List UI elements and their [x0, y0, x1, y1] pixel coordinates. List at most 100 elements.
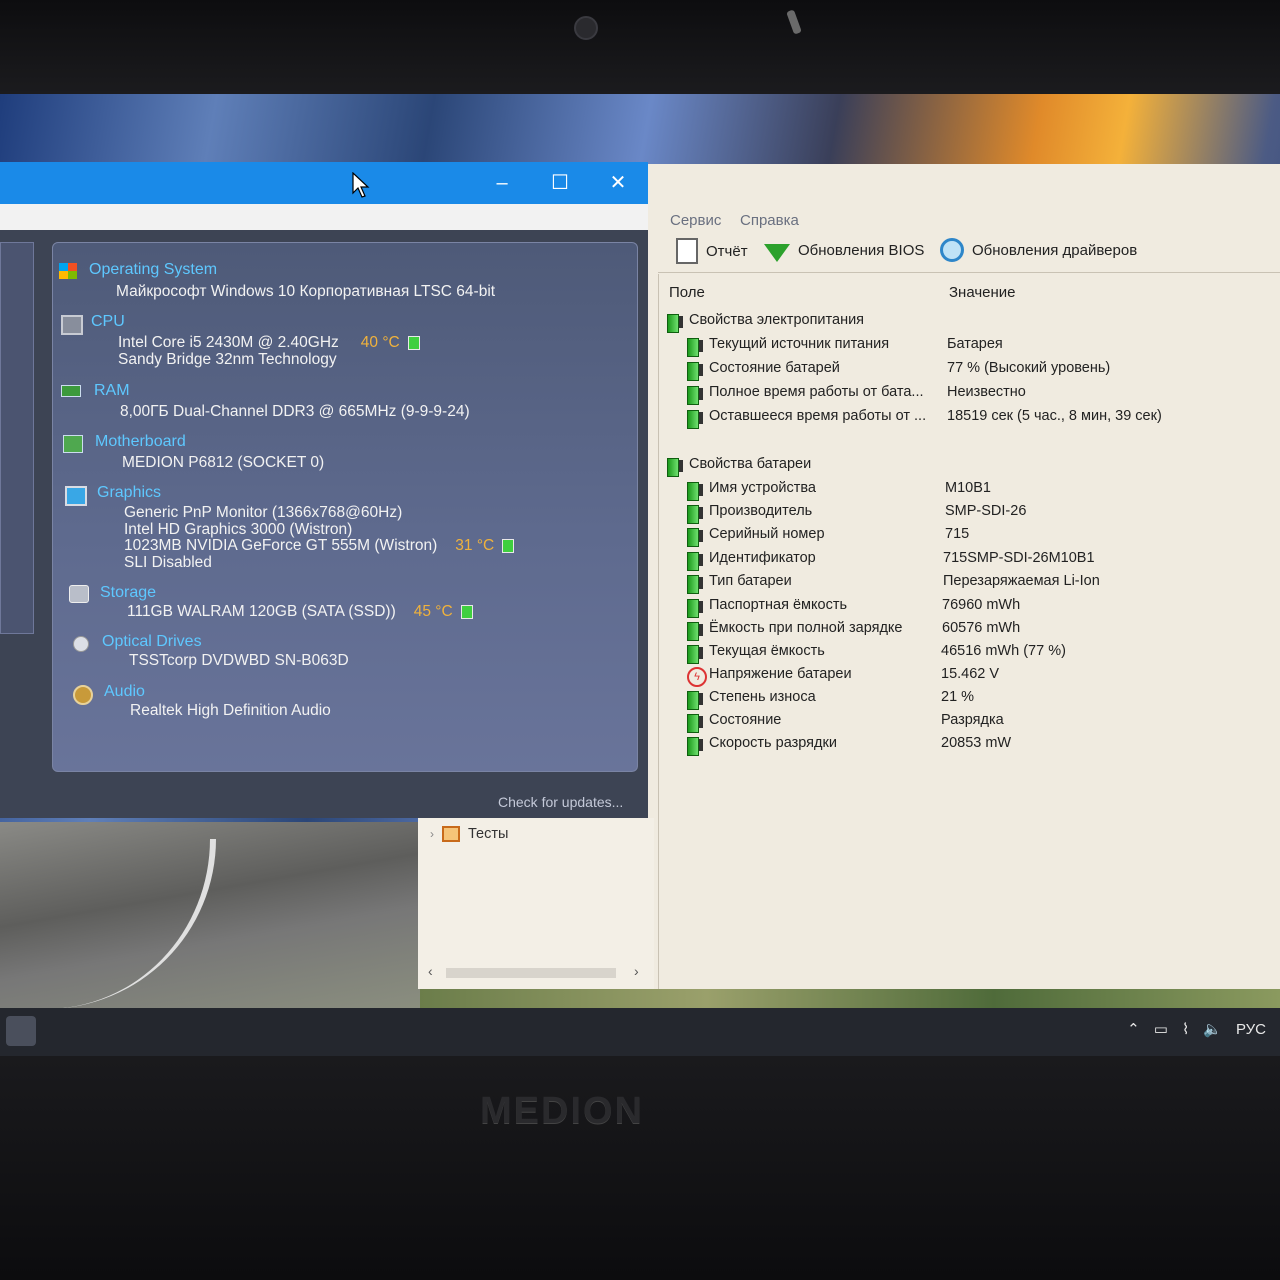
row-label: Состояние: [709, 712, 782, 728]
motherboard-icon: [63, 435, 83, 453]
battery-icon: [687, 737, 703, 756]
system-tray: ⌃ ▭ ⌇ 🔈 РУС: [1127, 1020, 1266, 1039]
row-value: 715SMP-SDI-26M10B1: [943, 550, 1095, 566]
table-row[interactable]: Степень износа 21 %: [659, 689, 1259, 711]
table-row[interactable]: Состояние батарей 77 % (Высокий уровень): [659, 360, 1259, 382]
row-label: Текущая ёмкость: [709, 643, 825, 659]
column-value[interactable]: Значение: [949, 284, 1016, 301]
monitor-icon: [65, 486, 87, 506]
battery-icon: [687, 386, 703, 405]
battery-icon: [687, 599, 703, 618]
battery-icon: [687, 505, 703, 524]
row-value: 77 % (Высокий уровень): [947, 360, 1111, 376]
row-value: 21 %: [941, 689, 975, 705]
minimize-button[interactable]: –: [488, 170, 516, 196]
report-icon: [676, 238, 698, 264]
battery-icon: [687, 482, 703, 501]
windows-logo-icon: [59, 263, 77, 279]
table-row[interactable]: Скорость разрядки 20853 mW: [659, 735, 1259, 757]
row-value: Разрядка: [941, 712, 1004, 728]
battery-icon: [687, 622, 703, 641]
graphics-dgpu: 1023MB NVIDIA GeForce GT 555M (Wistron) 3…: [124, 537, 515, 555]
row-value: 20853 mW: [941, 735, 1012, 751]
table-row[interactable]: Текущий источник питания Батарея: [659, 336, 1259, 358]
chevron-right-icon[interactable]: ›: [430, 827, 434, 841]
table-row[interactable]: Состояние Разрядка: [659, 712, 1259, 734]
scroll-left-icon[interactable]: ‹: [428, 963, 433, 979]
bios-update-button[interactable]: Обновления BIOS: [764, 238, 924, 262]
maximize-button[interactable]: ☐: [546, 170, 574, 196]
navigation-sidebar[interactable]: [0, 242, 34, 634]
table-row[interactable]: ϟ Напряжение батареи 15.462 V: [659, 666, 1259, 688]
table-row[interactable]: Полное время работы от бата... Неизвестн…: [659, 384, 1259, 406]
row-label: Скорость разрядки: [709, 735, 837, 751]
temp-indicator-icon: [502, 538, 515, 553]
graphics-sli: SLI Disabled: [124, 554, 212, 571]
row-label: Напряжение батареи: [709, 666, 852, 682]
cpu-model: Intel Core i5 2430M @ 2.40GHz 40 °C: [118, 334, 420, 352]
row-label: Идентификатор: [709, 550, 816, 566]
laptop-bezel-top: [0, 0, 1280, 94]
row-label: Степень износа: [709, 689, 816, 705]
cpu-title: CPU: [91, 313, 125, 330]
tree-item-tests[interactable]: › Тесты: [430, 826, 508, 842]
battery-tray-icon[interactable]: ▭: [1154, 1020, 1168, 1038]
row-label: Оставшееся время работы от ...: [709, 408, 927, 424]
table-row[interactable]: Производитель SMP-SDI-26: [659, 503, 1259, 525]
battery-icon: [687, 338, 703, 357]
row-value: Перезаряжаемая Li-Ion: [943, 573, 1100, 589]
table-row[interactable]: Идентификатор 715SMP-SDI-26M10B1: [659, 550, 1259, 572]
cpu-technology: Sandy Bridge 32nm Technology: [118, 351, 337, 368]
table-row[interactable]: Ёмкость при полной зарядке 60576 mWh: [659, 620, 1259, 642]
voltage-icon: ϟ: [687, 667, 707, 687]
volume-icon[interactable]: 🔈: [1203, 1020, 1222, 1038]
ram-value: 8,00ГБ Dual-Channel DDR3 @ 665MHz (9-9-9…: [120, 403, 470, 420]
cpu-temp: 40 °C: [360, 334, 400, 351]
download-arrow-icon: [764, 244, 790, 262]
horizontal-scrollbar[interactable]: ‹ ›: [426, 963, 646, 980]
disc-icon: [73, 636, 89, 652]
menu-help[interactable]: Справка: [740, 212, 799, 229]
ram-icon: [61, 385, 81, 397]
magnifier-icon: [940, 238, 964, 262]
driver-update-button[interactable]: Обновления драйверов: [940, 238, 1137, 262]
row-label: Тип батареи: [709, 573, 792, 589]
bios-update-label: Обновления BIOS: [798, 241, 925, 259]
row-value: 46516 mWh (77 %): [941, 643, 1066, 659]
column-field[interactable]: Поле: [669, 284, 705, 301]
menu-service[interactable]: Сервис: [670, 212, 721, 229]
tree-item-label: Тесты: [468, 826, 509, 842]
taskbar-app-button[interactable]: [6, 1016, 36, 1046]
report-button[interactable]: Отчёт: [676, 238, 748, 264]
battery-icon: [687, 691, 703, 710]
table-row[interactable]: Имя устройства M10B1: [659, 480, 1259, 502]
check-updates-link[interactable]: Check for updates...: [498, 794, 623, 810]
scrollbar-thumb[interactable]: [446, 968, 616, 978]
close-button[interactable]: ✕: [604, 170, 632, 196]
scroll-right-icon[interactable]: ›: [634, 963, 639, 979]
table-row[interactable]: Паспортная ёмкость 76960 mWh: [659, 597, 1259, 619]
mouse-cursor-icon: [352, 172, 370, 198]
hdd-icon: [69, 585, 89, 603]
motherboard-title: Motherboard: [95, 433, 186, 450]
row-value: Неизвестно: [947, 384, 1026, 400]
row-value: 18519 сек (5 час., 8 мин, 39 сек): [947, 408, 1162, 424]
table-row[interactable]: Текущая ёмкость 46516 mWh (77 %): [659, 643, 1259, 665]
table-row[interactable]: Серийный номер 715: [659, 526, 1259, 548]
window-titlebar[interactable]: – ☐ ✕: [0, 162, 648, 204]
tree-pane: › Тесты ‹ ›: [418, 818, 654, 989]
os-value: Майкрософт Windows 10 Корпоративная LTSC…: [116, 283, 496, 300]
webcam: [574, 16, 598, 40]
table-row[interactable]: Тип батареи Перезаряжаемая Li-Ion: [659, 573, 1259, 595]
battery-icon: [667, 458, 683, 477]
wifi-icon[interactable]: ⌇: [1182, 1020, 1189, 1038]
aida-window: Сервис Справка Отчёт Обновления BIOS Обн…: [648, 164, 1280, 989]
language-indicator[interactable]: РУС: [1236, 1021, 1266, 1038]
row-label: Имя устройства: [709, 480, 816, 496]
graphics-monitor: Generic PnP Monitor (1366x768@60Hz): [124, 504, 403, 521]
table-row[interactable]: Оставшееся время работы от ... 18519 сек…: [659, 408, 1259, 430]
optical-value: TSSTcorp DVDWBD SN-B063D: [129, 652, 349, 669]
show-hidden-icons-icon[interactable]: ⌃: [1127, 1020, 1140, 1038]
aida-toolbar: Отчёт Обновления BIOS Обновления драйвер…: [658, 230, 1280, 273]
driver-update-label: Обновления драйверов: [972, 241, 1138, 259]
